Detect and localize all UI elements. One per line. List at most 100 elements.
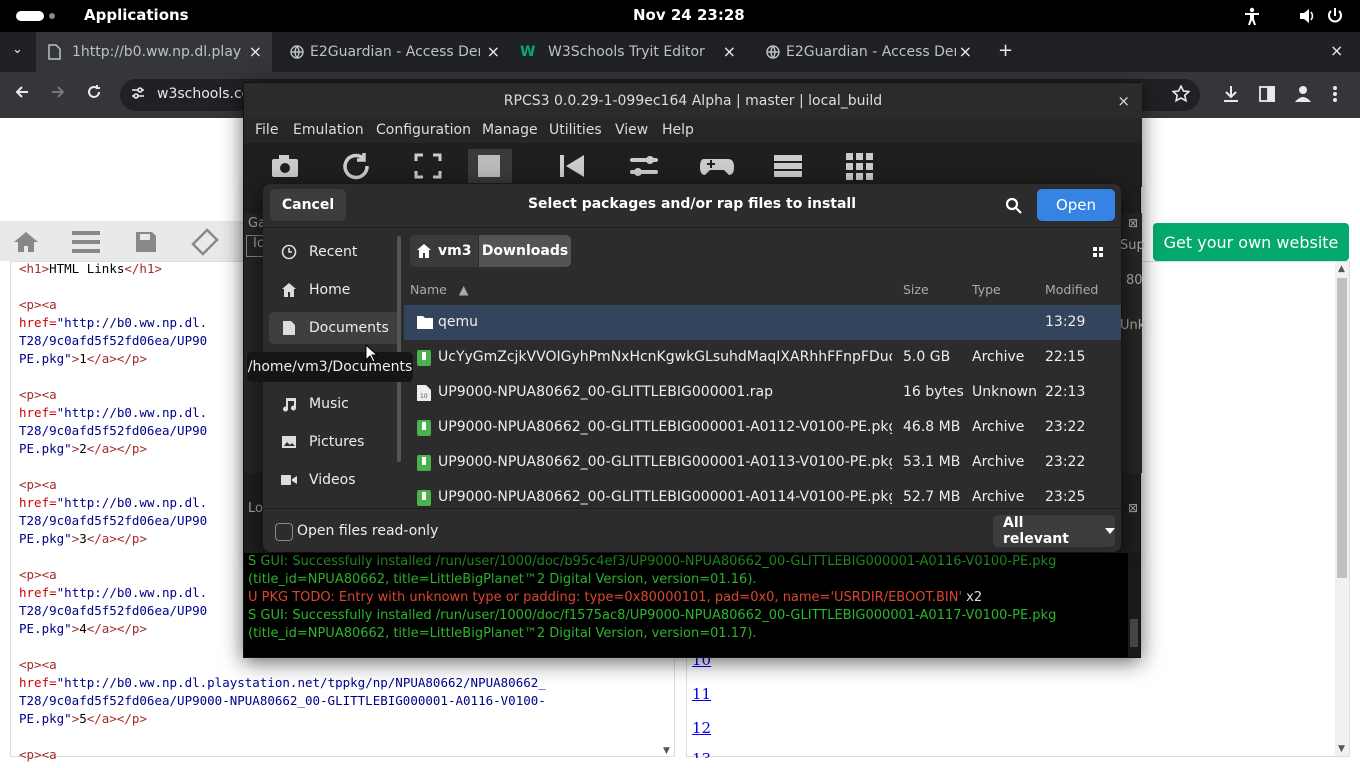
scroll-up-arrow-icon[interactable]: ▲	[1338, 264, 1345, 274]
sidebar-item-label: Music	[309, 396, 349, 412]
power-icon[interactable]	[1327, 7, 1343, 25]
sidebar-item-music[interactable]: Music	[269, 388, 399, 420]
column-header-name[interactable]: Name ▲	[410, 282, 469, 297]
refresh-icon[interactable]	[334, 149, 378, 183]
column-header-modified[interactable]: Modified	[1045, 282, 1098, 297]
file-row[interactable]: UP9000-NPUA80662_00-GLITTLEBIG000001-A01…	[404, 445, 1121, 480]
scroll-down-arrow-icon[interactable]: ▼	[1338, 744, 1345, 754]
file-row[interactable]: qemu 13:29	[404, 305, 1121, 340]
log-scrollbar[interactable]	[1128, 553, 1140, 657]
more-menu-icon[interactable]	[1332, 85, 1338, 103]
get-your-own-website-button[interactable]: Get your own website	[1153, 223, 1349, 261]
read-only-label[interactable]: Open files read-only	[297, 523, 438, 539]
forward-arrow-icon[interactable]	[50, 84, 66, 100]
activities-indicator[interactable]	[16, 11, 66, 21]
list-view-icon[interactable]	[766, 149, 810, 183]
close-icon[interactable]: ×	[723, 42, 736, 61]
clock[interactable]: Nov 24 23:28	[633, 6, 745, 24]
profile-icon[interactable]	[1294, 85, 1312, 103]
gamepad-icon[interactable]	[694, 149, 738, 183]
site-info-icon[interactable]	[130, 85, 146, 101]
menu-view[interactable]: View	[615, 122, 648, 138]
close-icon[interactable]: ⊠	[1128, 501, 1138, 515]
close-icon[interactable]: ⊠	[1128, 216, 1138, 230]
globe-icon	[284, 45, 310, 59]
camera-icon[interactable]	[262, 149, 306, 183]
config-icon[interactable]	[622, 149, 666, 183]
sidebar-item-documents[interactable]: Documents	[269, 312, 399, 344]
stop-icon[interactable]	[468, 149, 512, 183]
restart-icon[interactable]	[550, 149, 594, 183]
folder-icon	[417, 315, 433, 329]
accessibility-icon[interactable]	[1244, 7, 1260, 25]
sidebar-item-home[interactable]: Home	[269, 274, 399, 306]
file-row[interactable]: 10 UP9000-NPUA80662_00-GLITTLEBIG000001.r…	[404, 375, 1121, 410]
column-header-type[interactable]: Type	[972, 282, 1001, 297]
sidebar-scrollbar[interactable]	[397, 236, 401, 462]
breadcrumb-downloads[interactable]: Downloads	[479, 235, 571, 267]
menu-manage[interactable]: Manage	[482, 122, 538, 138]
log-output[interactable]: S GUI: Successfully installed /run/user/…	[244, 553, 1128, 657]
tab-e2guardian-1[interactable]: E2Guardian - Access Den ×	[284, 32, 504, 72]
open-button[interactable]: Open	[1037, 189, 1115, 221]
file-filter-dropdown[interactable]: All relevant	[993, 515, 1115, 547]
menu-file[interactable]: File	[255, 122, 278, 138]
side-panel-icon[interactable]	[1258, 85, 1276, 103]
result-link-13[interactable]: 13	[692, 752, 711, 758]
menu-utilities[interactable]: Utilities	[549, 122, 602, 138]
search-icon[interactable]	[1005, 197, 1023, 215]
rotate-layout-icon[interactable]	[190, 228, 220, 256]
file-row[interactable]: UP9000-NPUA80662_00-GLITTLEBIG000001-A01…	[404, 410, 1121, 445]
close-icon[interactable]: ×	[487, 42, 500, 61]
close-icon[interactable]: ×	[249, 42, 262, 61]
scroll-down-arrow-icon[interactable]: ▼	[663, 746, 670, 756]
close-icon[interactable]: ×	[1117, 92, 1130, 110]
window-close-icon[interactable]: ×	[1330, 41, 1343, 60]
menu-help[interactable]: Help	[662, 122, 694, 138]
grid-view-icon[interactable]	[838, 149, 882, 183]
file-row[interactable]: UcYyGmZcjkVVOIGyhPmNxHcnKgwkGLsuhdMaqIXA…	[404, 340, 1121, 375]
rpcs3-toolbar	[244, 143, 1142, 187]
log-line: U PKG TODO: Entry with unknown type or p…	[248, 590, 963, 605]
column-header-size[interactable]: Size	[903, 282, 929, 297]
download-icon[interactable]	[1222, 85, 1240, 103]
breadcrumb-home[interactable]: vm3	[410, 235, 478, 267]
result-link-12[interactable]: 12	[692, 719, 711, 737]
tab-list-chevron-icon[interactable]: ⌄	[12, 42, 23, 57]
scroll-thumb[interactable]	[1337, 278, 1347, 578]
rpcs3-title: RPCS3 0.0.29-1-099ec164 Alpha | master |…	[244, 83, 1142, 119]
back-arrow-icon[interactable]	[14, 84, 30, 100]
new-tab-plus-icon[interactable]: +	[998, 40, 1013, 61]
tab-pkg-link[interactable]: 1http://b0.ww.np.dl.play ×	[36, 32, 272, 72]
scroll-thumb[interactable]	[1130, 619, 1138, 647]
tab-e2guardian-2[interactable]: E2Guardian - Access Den ×	[760, 32, 976, 72]
log-line: S GUI: Successfully installed /run/user/…	[248, 554, 1057, 569]
home-icon[interactable]	[12, 230, 40, 254]
result-link-11[interactable]: 11	[692, 685, 711, 703]
result-scrollbar[interactable]: ▲ ▼	[1335, 262, 1349, 756]
hamburger-menu-icon[interactable]	[72, 231, 100, 253]
archive-icon	[417, 455, 431, 471]
applications-menu[interactable]: Applications	[84, 6, 189, 24]
sidebar-item-recent[interactable]: Recent	[269, 236, 399, 268]
close-icon[interactable]: ×	[959, 42, 972, 61]
archive-icon	[417, 350, 431, 366]
file-name: UP9000-NPUA80662_00-GLITTLEBIG000001-A01…	[438, 454, 892, 470]
fullscreen-icon[interactable]	[406, 149, 450, 183]
menu-configuration[interactable]: Configuration	[376, 122, 471, 138]
menu-emulation[interactable]: Emulation	[293, 122, 364, 138]
sidebar-item-pictures[interactable]: Pictures	[269, 426, 399, 458]
tab-w3schools[interactable]: W W3Schools Tryit Editor ×	[520, 32, 740, 72]
file-modified: 23:22	[1045, 419, 1086, 435]
view-options-icon[interactable]	[1091, 245, 1105, 259]
save-icon[interactable]	[134, 230, 158, 254]
home-icon	[269, 282, 309, 298]
volume-icon[interactable]	[1298, 7, 1316, 25]
tab-title: 1http://b0.ww.np.dl.play	[72, 44, 242, 60]
reload-icon[interactable]	[86, 84, 102, 100]
document-icon	[269, 320, 309, 336]
sidebar-item-videos[interactable]: Videos	[269, 464, 399, 496]
bookmark-star-icon[interactable]	[1172, 85, 1190, 103]
tab-title: E2Guardian - Access Den	[310, 44, 480, 60]
read-only-checkbox[interactable]	[275, 523, 293, 541]
